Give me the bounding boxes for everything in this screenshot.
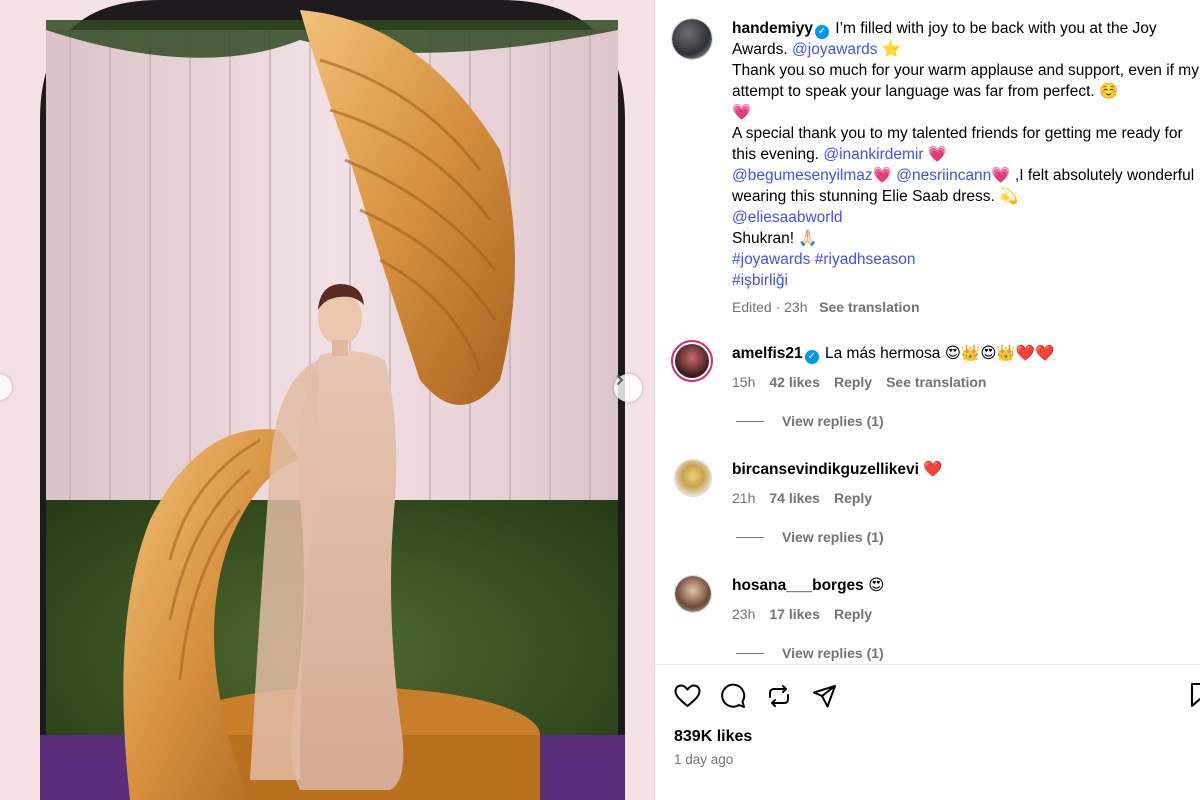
commenter-avatar[interactable] bbox=[674, 575, 712, 613]
view-replies-button[interactable]: View replies (1) bbox=[736, 645, 884, 661]
bookmark-icon bbox=[1191, 683, 1200, 707]
comment-text: 😍 bbox=[868, 577, 885, 594]
replies-dash bbox=[736, 652, 764, 654]
post-date: 1 day ago bbox=[674, 752, 734, 767]
repost-icon bbox=[769, 685, 789, 707]
comment-item: hosana___borges 😍 23h 17 likes Reply bbox=[732, 575, 1192, 625]
view-replies-button[interactable]: View replies (1) bbox=[736, 413, 884, 429]
author-username[interactable]: handemiyy bbox=[732, 20, 813, 37]
caption-text-3: A special thank you to my talented frien… bbox=[732, 125, 1183, 163]
comment-item: amelfis21 ✓ La más hermosa 😍👑😍👑❤️❤️ 15h 42… bbox=[732, 343, 1192, 393]
star-emoji: ⭐ bbox=[881, 41, 902, 58]
post-image bbox=[0, 0, 654, 800]
comment-likes[interactable]: 42 likes bbox=[769, 374, 820, 390]
verified-badge-icon: ✓ bbox=[804, 350, 819, 364]
comment-time: 21h bbox=[732, 490, 756, 506]
heart-icon bbox=[674, 684, 700, 707]
comment-likes[interactable]: 17 likes bbox=[769, 606, 820, 622]
edited-time: Edited · 23h bbox=[732, 299, 808, 315]
comment-meta: 21h 74 likes Reply bbox=[732, 488, 1192, 509]
comment-time: 23h bbox=[732, 606, 756, 622]
heart-emoji: 💗 bbox=[927, 146, 948, 163]
reply-button[interactable]: Reply bbox=[834, 490, 872, 506]
share-button[interactable] bbox=[811, 682, 839, 710]
actions-divider bbox=[655, 664, 1200, 665]
save-button[interactable] bbox=[1190, 682, 1200, 710]
hashtag-riyadhseason[interactable]: #riyadhseason bbox=[815, 251, 916, 268]
caption-text-2: Thank you so much for your warm applause… bbox=[732, 62, 1199, 100]
likes-count[interactable]: 839K likes bbox=[674, 728, 752, 746]
like-button[interactable] bbox=[673, 682, 701, 710]
view-replies-button[interactable]: View replies (1) bbox=[736, 529, 884, 545]
verified-badge-icon: ✓ bbox=[814, 25, 829, 39]
comment-time: 15h bbox=[732, 374, 756, 390]
commenter-avatar[interactable] bbox=[674, 459, 712, 497]
mention-joyawards[interactable]: @joyawards bbox=[792, 41, 878, 58]
send-icon bbox=[813, 685, 836, 708]
next-image-button[interactable] bbox=[614, 374, 642, 402]
comment-username[interactable]: hosana___borges bbox=[732, 577, 864, 594]
mention-nesriincann[interactable]: @nesriincann bbox=[896, 167, 991, 184]
chevron-right-icon bbox=[617, 375, 624, 385]
heart-emoji: 💗 bbox=[991, 167, 1011, 184]
comment-likes[interactable]: 74 likes bbox=[769, 490, 820, 506]
replies-dash bbox=[736, 420, 764, 422]
heart-emoji: 💗 bbox=[872, 167, 892, 184]
caption-meta: Edited · 23h See translation bbox=[732, 297, 1200, 318]
comment-username[interactable]: amelfis21 bbox=[732, 345, 803, 362]
action-bar bbox=[673, 682, 839, 710]
mention-inankirdemir[interactable]: @inankirdemir bbox=[823, 146, 923, 163]
comment-text: La más hermosa 😍👑😍👑❤️❤️ bbox=[824, 345, 1055, 362]
comment-icon bbox=[721, 683, 746, 708]
comment-button[interactable] bbox=[719, 682, 747, 710]
commenter-avatar[interactable] bbox=[671, 340, 713, 382]
heart-emoji: 💗 bbox=[732, 104, 752, 121]
comment-item: bircansevindikguzellikevi ❤️ 21h 74 likes… bbox=[732, 459, 1192, 509]
comment-username[interactable]: bircansevindikguzellikevi bbox=[732, 461, 919, 478]
author-avatar[interactable] bbox=[671, 18, 713, 60]
view-replies-label: View replies (1) bbox=[782, 413, 884, 429]
see-translation-link[interactable]: See translation bbox=[819, 299, 919, 315]
view-replies-label: View replies (1) bbox=[782, 645, 884, 661]
repost-button[interactable] bbox=[765, 682, 793, 710]
comment-meta: 15h 42 likes Reply See translation bbox=[732, 372, 1192, 393]
mention-eliesaabworld[interactable]: @eliesaabworld bbox=[732, 209, 843, 226]
post-photo bbox=[0, 0, 654, 800]
comments-panel: handemiyy ✓ I’m filled with joy to be bac… bbox=[655, 0, 1200, 800]
reply-button[interactable]: Reply bbox=[834, 374, 872, 390]
hashtag-joyawards[interactable]: #joyawards bbox=[732, 251, 810, 268]
reply-button[interactable]: Reply bbox=[834, 606, 872, 622]
comment-meta: 23h 17 likes Reply bbox=[732, 604, 1192, 625]
see-translation-link[interactable]: See translation bbox=[886, 374, 986, 390]
post-caption: handemiyy ✓ I’m filled with joy to be bac… bbox=[732, 18, 1200, 318]
hashtag-isbirligi[interactable]: #işbirliği bbox=[732, 272, 788, 289]
mention-begumesenyilmaz[interactable]: @begumesenyilmaz bbox=[732, 167, 873, 184]
view-replies-label: View replies (1) bbox=[782, 529, 884, 545]
comment-text: ❤️ bbox=[923, 461, 943, 478]
caption-text-5: Shukran! 🙏🏻 bbox=[732, 230, 818, 247]
replies-dash bbox=[736, 536, 764, 538]
